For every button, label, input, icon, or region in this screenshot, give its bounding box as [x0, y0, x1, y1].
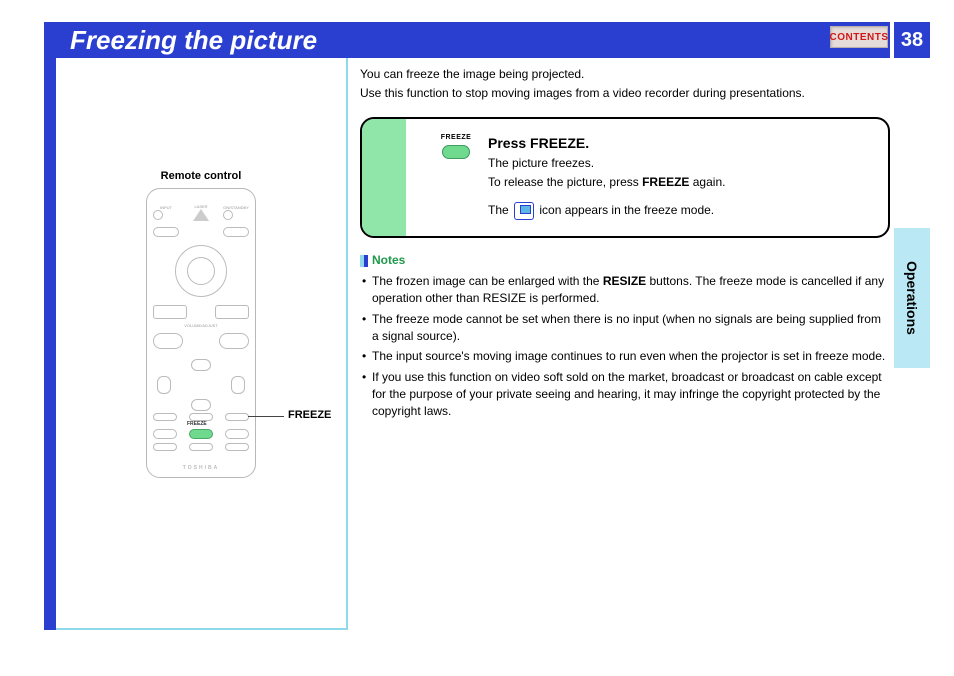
- title-bar: Freezing the picture: [56, 22, 890, 58]
- remote-vol-down-button: [153, 333, 183, 349]
- notes-bullet-icon: [360, 255, 368, 267]
- page-title: Freezing the picture: [70, 25, 317, 56]
- instruction-title: Press FREEZE.: [488, 133, 870, 153]
- contents-button[interactable]: CONTENTS: [830, 26, 888, 48]
- content-column: You can freeze the image being projected…: [360, 66, 890, 424]
- note-item: The freeze mode cannot be set when there…: [360, 311, 890, 345]
- remote-auto-button: [223, 227, 249, 237]
- page-number: 38: [901, 29, 923, 52]
- notes-list: The frozen image can be enlarged with th…: [360, 273, 890, 419]
- left-blue-rule: [44, 22, 56, 630]
- callout-line: [248, 416, 284, 417]
- remote-freeze-label: FREEZE: [187, 421, 207, 427]
- instruction-box: FREEZE Press FREEZE. The picture freezes…: [360, 117, 890, 238]
- vertical-divider: [346, 58, 348, 630]
- remote-brand-label: TOSHIBA: [147, 465, 255, 471]
- left-column: Remote control INPUT LASER ON/STANDBY: [56, 170, 346, 478]
- instruction-line-1: The picture freezes.: [488, 155, 870, 172]
- remote-illustration: INPUT LASER ON/STANDBY VOLUME/ADJUST: [146, 188, 256, 478]
- note-item: If you use this function on video soft s…: [360, 369, 890, 419]
- remote-control-label: Remote control: [56, 170, 346, 182]
- remote-dpad: [153, 359, 249, 411]
- intro-line-1: You can freeze the image being projected…: [360, 66, 890, 83]
- freeze-chip-label: FREEZE: [432, 133, 480, 143]
- section-tab: Operations: [894, 228, 930, 368]
- remote-illustration-wrap: INPUT LASER ON/STANDBY VOLUME/ADJUST: [56, 188, 346, 478]
- remote-rclick-button: [215, 305, 249, 319]
- instruction-line-2: To release the picture, press FREEZE aga…: [488, 174, 870, 191]
- intro-text: You can freeze the image being projected…: [360, 66, 890, 103]
- section-tab-label: Operations: [904, 261, 920, 335]
- notes-heading: Notes: [360, 252, 890, 269]
- page-number-badge: 38: [894, 22, 930, 58]
- note-item: The frozen image can be enlarged with th…: [360, 273, 890, 307]
- freeze-mode-icon: [514, 202, 534, 220]
- laser-icon: [193, 209, 209, 221]
- remote-power-icon: [223, 210, 233, 220]
- freeze-chip-icon: [442, 145, 470, 159]
- remote-lclick-button: [153, 305, 187, 319]
- horizontal-divider: [56, 628, 346, 630]
- remote-input-icon: [153, 210, 163, 220]
- manual-page: Freezing the picture CONTENTS 38 Operati…: [0, 0, 954, 676]
- remote-vol-up-button: [219, 333, 249, 349]
- remote-trackpad-icon: [175, 245, 227, 297]
- contents-label: CONTENTS: [830, 32, 889, 43]
- instruction-green-tab: [362, 119, 406, 236]
- instruction-line-3: The icon appears in the freeze mode.: [488, 202, 870, 220]
- note-item: The input source's moving image continue…: [360, 348, 890, 365]
- remote-freeze-button: [189, 429, 213, 439]
- remote-keystone-button: [153, 227, 179, 237]
- freeze-button-diagram: FREEZE: [432, 133, 480, 159]
- intro-line-2: Use this function to stop moving images …: [360, 85, 890, 102]
- notes-label: Notes: [372, 252, 405, 269]
- freeze-callout: FREEZE: [288, 409, 331, 421]
